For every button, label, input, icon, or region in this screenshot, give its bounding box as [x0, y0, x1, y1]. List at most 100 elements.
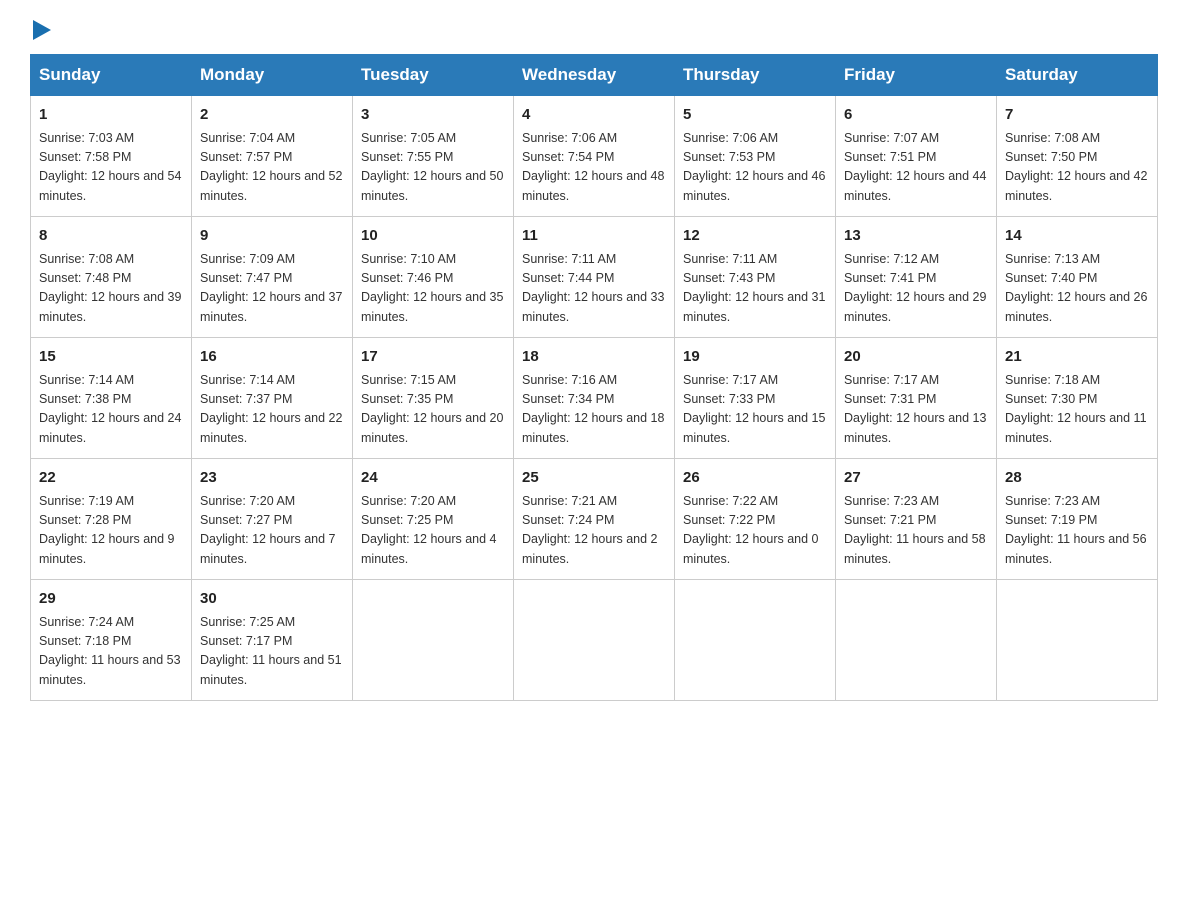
calendar-cell: 2Sunrise: 7:04 AMSunset: 7:57 PMDaylight… [192, 96, 353, 217]
calendar-cell [675, 580, 836, 701]
calendar-header-row: SundayMondayTuesdayWednesdayThursdayFrid… [31, 55, 1158, 96]
calendar-cell: 8Sunrise: 7:08 AMSunset: 7:48 PMDaylight… [31, 217, 192, 338]
calendar-cell: 28Sunrise: 7:23 AMSunset: 7:19 PMDayligh… [997, 459, 1158, 580]
header-thursday: Thursday [675, 55, 836, 96]
calendar-cell: 27Sunrise: 7:23 AMSunset: 7:21 PMDayligh… [836, 459, 997, 580]
day-number: 27 [844, 467, 988, 490]
calendar-cell: 22Sunrise: 7:19 AMSunset: 7:28 PMDayligh… [31, 459, 192, 580]
week-row-5: 29Sunrise: 7:24 AMSunset: 7:18 PMDayligh… [31, 580, 1158, 701]
calendar-cell: 12Sunrise: 7:11 AMSunset: 7:43 PMDayligh… [675, 217, 836, 338]
day-number: 1 [39, 104, 183, 127]
day-info: Sunrise: 7:20 AMSunset: 7:25 PMDaylight:… [361, 492, 505, 570]
day-number: 18 [522, 346, 666, 369]
day-info: Sunrise: 7:24 AMSunset: 7:18 PMDaylight:… [39, 613, 183, 691]
calendar-cell: 26Sunrise: 7:22 AMSunset: 7:22 PMDayligh… [675, 459, 836, 580]
day-number: 5 [683, 104, 827, 127]
week-row-3: 15Sunrise: 7:14 AMSunset: 7:38 PMDayligh… [31, 338, 1158, 459]
day-number: 26 [683, 467, 827, 490]
day-info: Sunrise: 7:08 AMSunset: 7:48 PMDaylight:… [39, 250, 183, 328]
day-info: Sunrise: 7:14 AMSunset: 7:38 PMDaylight:… [39, 371, 183, 449]
header-sunday: Sunday [31, 55, 192, 96]
day-info: Sunrise: 7:23 AMSunset: 7:21 PMDaylight:… [844, 492, 988, 570]
day-number: 8 [39, 225, 183, 248]
logo-text-line1 [30, 20, 51, 40]
header-monday: Monday [192, 55, 353, 96]
day-number: 6 [844, 104, 988, 127]
day-number: 15 [39, 346, 183, 369]
calendar-cell: 3Sunrise: 7:05 AMSunset: 7:55 PMDaylight… [353, 96, 514, 217]
calendar-cell: 7Sunrise: 7:08 AMSunset: 7:50 PMDaylight… [997, 96, 1158, 217]
day-number: 24 [361, 467, 505, 490]
calendar-cell: 21Sunrise: 7:18 AMSunset: 7:30 PMDayligh… [997, 338, 1158, 459]
calendar-cell: 1Sunrise: 7:03 AMSunset: 7:58 PMDaylight… [31, 96, 192, 217]
day-info: Sunrise: 7:10 AMSunset: 7:46 PMDaylight:… [361, 250, 505, 328]
calendar-cell: 23Sunrise: 7:20 AMSunset: 7:27 PMDayligh… [192, 459, 353, 580]
day-info: Sunrise: 7:07 AMSunset: 7:51 PMDaylight:… [844, 129, 988, 207]
day-number: 20 [844, 346, 988, 369]
day-number: 10 [361, 225, 505, 248]
header-saturday: Saturday [997, 55, 1158, 96]
calendar-table: SundayMondayTuesdayWednesdayThursdayFrid… [30, 54, 1158, 701]
logo [30, 20, 51, 34]
calendar-cell: 20Sunrise: 7:17 AMSunset: 7:31 PMDayligh… [836, 338, 997, 459]
calendar-cell: 6Sunrise: 7:07 AMSunset: 7:51 PMDaylight… [836, 96, 997, 217]
day-number: 19 [683, 346, 827, 369]
day-info: Sunrise: 7:18 AMSunset: 7:30 PMDaylight:… [1005, 371, 1149, 449]
calendar-cell: 17Sunrise: 7:15 AMSunset: 7:35 PMDayligh… [353, 338, 514, 459]
calendar-cell: 18Sunrise: 7:16 AMSunset: 7:34 PMDayligh… [514, 338, 675, 459]
logo-triangle-icon [33, 20, 51, 40]
day-info: Sunrise: 7:06 AMSunset: 7:53 PMDaylight:… [683, 129, 827, 207]
day-number: 25 [522, 467, 666, 490]
day-info: Sunrise: 7:13 AMSunset: 7:40 PMDaylight:… [1005, 250, 1149, 328]
day-number: 7 [1005, 104, 1149, 127]
day-info: Sunrise: 7:04 AMSunset: 7:57 PMDaylight:… [200, 129, 344, 207]
day-info: Sunrise: 7:12 AMSunset: 7:41 PMDaylight:… [844, 250, 988, 328]
day-info: Sunrise: 7:08 AMSunset: 7:50 PMDaylight:… [1005, 129, 1149, 207]
day-number: 22 [39, 467, 183, 490]
calendar-cell [836, 580, 997, 701]
calendar-cell: 14Sunrise: 7:13 AMSunset: 7:40 PMDayligh… [997, 217, 1158, 338]
day-info: Sunrise: 7:09 AMSunset: 7:47 PMDaylight:… [200, 250, 344, 328]
calendar-cell: 15Sunrise: 7:14 AMSunset: 7:38 PMDayligh… [31, 338, 192, 459]
day-info: Sunrise: 7:17 AMSunset: 7:31 PMDaylight:… [844, 371, 988, 449]
calendar-cell: 4Sunrise: 7:06 AMSunset: 7:54 PMDaylight… [514, 96, 675, 217]
day-info: Sunrise: 7:21 AMSunset: 7:24 PMDaylight:… [522, 492, 666, 570]
week-row-2: 8Sunrise: 7:08 AMSunset: 7:48 PMDaylight… [31, 217, 1158, 338]
day-number: 12 [683, 225, 827, 248]
page-header [30, 20, 1158, 34]
day-info: Sunrise: 7:17 AMSunset: 7:33 PMDaylight:… [683, 371, 827, 449]
calendar-cell: 29Sunrise: 7:24 AMSunset: 7:18 PMDayligh… [31, 580, 192, 701]
day-info: Sunrise: 7:19 AMSunset: 7:28 PMDaylight:… [39, 492, 183, 570]
calendar-cell [353, 580, 514, 701]
day-number: 21 [1005, 346, 1149, 369]
calendar-cell: 10Sunrise: 7:10 AMSunset: 7:46 PMDayligh… [353, 217, 514, 338]
day-number: 30 [200, 588, 344, 611]
day-number: 16 [200, 346, 344, 369]
calendar-cell: 25Sunrise: 7:21 AMSunset: 7:24 PMDayligh… [514, 459, 675, 580]
week-row-1: 1Sunrise: 7:03 AMSunset: 7:58 PMDaylight… [31, 96, 1158, 217]
day-number: 29 [39, 588, 183, 611]
day-info: Sunrise: 7:16 AMSunset: 7:34 PMDaylight:… [522, 371, 666, 449]
day-number: 11 [522, 225, 666, 248]
week-row-4: 22Sunrise: 7:19 AMSunset: 7:28 PMDayligh… [31, 459, 1158, 580]
calendar-cell: 30Sunrise: 7:25 AMSunset: 7:17 PMDayligh… [192, 580, 353, 701]
header-wednesday: Wednesday [514, 55, 675, 96]
day-info: Sunrise: 7:05 AMSunset: 7:55 PMDaylight:… [361, 129, 505, 207]
day-info: Sunrise: 7:22 AMSunset: 7:22 PMDaylight:… [683, 492, 827, 570]
day-info: Sunrise: 7:06 AMSunset: 7:54 PMDaylight:… [522, 129, 666, 207]
calendar-cell: 13Sunrise: 7:12 AMSunset: 7:41 PMDayligh… [836, 217, 997, 338]
day-number: 3 [361, 104, 505, 127]
calendar-cell: 11Sunrise: 7:11 AMSunset: 7:44 PMDayligh… [514, 217, 675, 338]
day-number: 23 [200, 467, 344, 490]
day-info: Sunrise: 7:20 AMSunset: 7:27 PMDaylight:… [200, 492, 344, 570]
day-info: Sunrise: 7:11 AMSunset: 7:43 PMDaylight:… [683, 250, 827, 328]
calendar-cell: 16Sunrise: 7:14 AMSunset: 7:37 PMDayligh… [192, 338, 353, 459]
day-number: 9 [200, 225, 344, 248]
day-info: Sunrise: 7:14 AMSunset: 7:37 PMDaylight:… [200, 371, 344, 449]
day-number: 2 [200, 104, 344, 127]
day-number: 17 [361, 346, 505, 369]
calendar-cell [514, 580, 675, 701]
day-info: Sunrise: 7:03 AMSunset: 7:58 PMDaylight:… [39, 129, 183, 207]
header-tuesday: Tuesday [353, 55, 514, 96]
calendar-cell [997, 580, 1158, 701]
